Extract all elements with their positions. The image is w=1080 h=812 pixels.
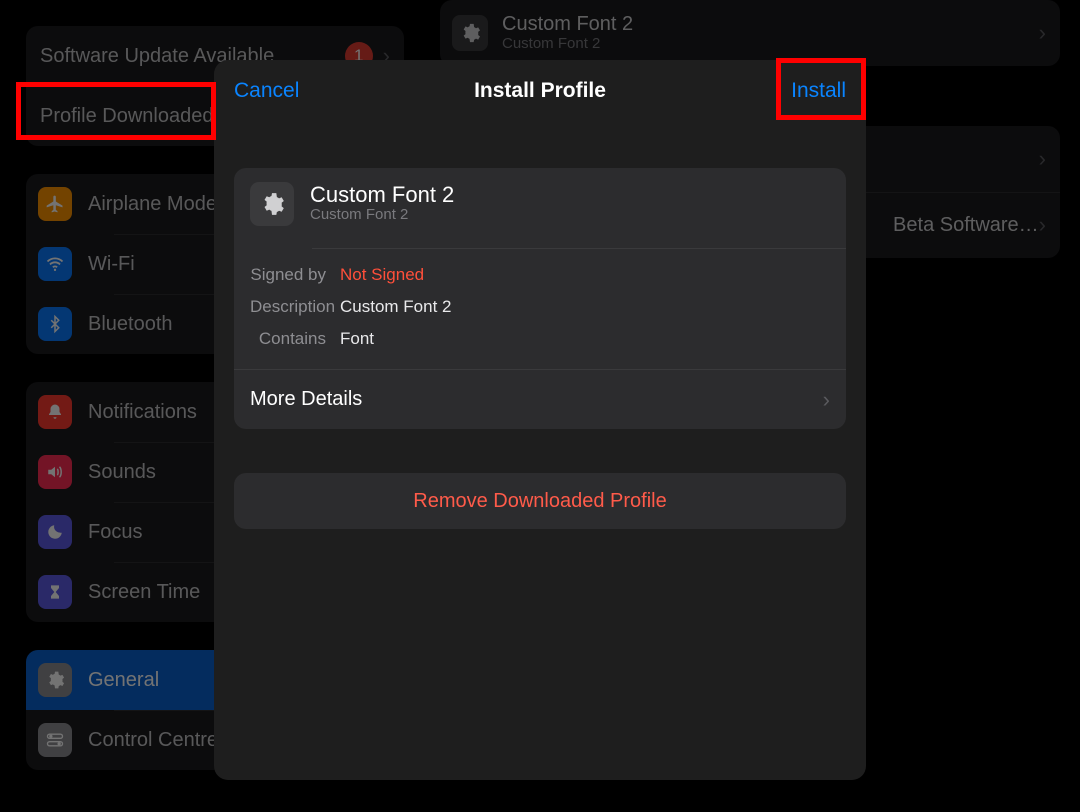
chevron-right-icon: › <box>823 387 830 413</box>
profile-title: Custom Font 2 <box>502 13 1039 35</box>
bluetooth-icon <box>38 307 72 341</box>
profile-title-stack: Custom Font 2 Custom Font 2 <box>310 184 830 224</box>
profile-card-head: Custom Font 2 Custom Font 2 <box>234 168 846 240</box>
speaker-icon <box>38 455 72 489</box>
meta-value: Font <box>340 329 374 349</box>
profile-row-customfont2[interactable]: Custom Font 2 Custom Font 2 › <box>440 0 1060 66</box>
profile-card: Custom Font 2 Custom Font 2 Signed by No… <box>234 168 846 429</box>
meta-value: Custom Font 2 <box>340 297 452 317</box>
profile-title: Custom Font 2 <box>310 184 830 206</box>
wifi-icon <box>38 247 72 281</box>
bell-icon <box>38 395 72 429</box>
hourglass-icon <box>38 575 72 609</box>
meta-signedby: Signed by Not Signed <box>234 259 846 291</box>
cancel-button[interactable]: Cancel <box>234 79 299 103</box>
modal-header: Cancel Install Profile Install <box>234 60 846 122</box>
install-profile-modal: Cancel Install Profile Install Custom Fo… <box>214 60 866 780</box>
airplane-icon <box>38 187 72 221</box>
modal-title: Install Profile <box>214 79 866 103</box>
moon-icon <box>38 515 72 549</box>
chevron-right-icon: › <box>1039 212 1046 238</box>
profile-meta: Signed by Not Signed Description Custom … <box>234 259 846 369</box>
gear-icon <box>38 663 72 697</box>
meta-value-not-signed: Not Signed <box>340 265 424 285</box>
gear-icon <box>250 182 294 226</box>
more-details-label: More Details <box>250 388 823 411</box>
meta-label: Signed by <box>250 265 326 285</box>
profile-subtitle: Custom Font 2 <box>310 206 830 224</box>
meta-label: Description <box>250 297 326 317</box>
toggles-icon <box>38 723 72 757</box>
meta-contains: Contains Font <box>234 323 846 355</box>
gear-icon <box>452 15 488 51</box>
content-group-profiles: Custom Font 2 Custom Font 2 › <box>440 0 1060 66</box>
meta-description: Description Custom Font 2 <box>234 291 846 323</box>
remove-profile-button[interactable]: Remove Downloaded Profile <box>234 473 846 529</box>
chevron-right-icon: › <box>1039 20 1046 46</box>
profile-subtitle: Custom Font 2 <box>502 35 1039 53</box>
install-button[interactable]: Install <box>791 79 846 103</box>
more-details-row[interactable]: More Details › <box>234 369 846 429</box>
meta-label: Contains <box>250 329 326 349</box>
profile-stack: Custom Font 2 Custom Font 2 <box>502 13 1039 53</box>
chevron-right-icon: › <box>1039 146 1046 172</box>
remove-profile-label: Remove Downloaded Profile <box>413 490 666 513</box>
